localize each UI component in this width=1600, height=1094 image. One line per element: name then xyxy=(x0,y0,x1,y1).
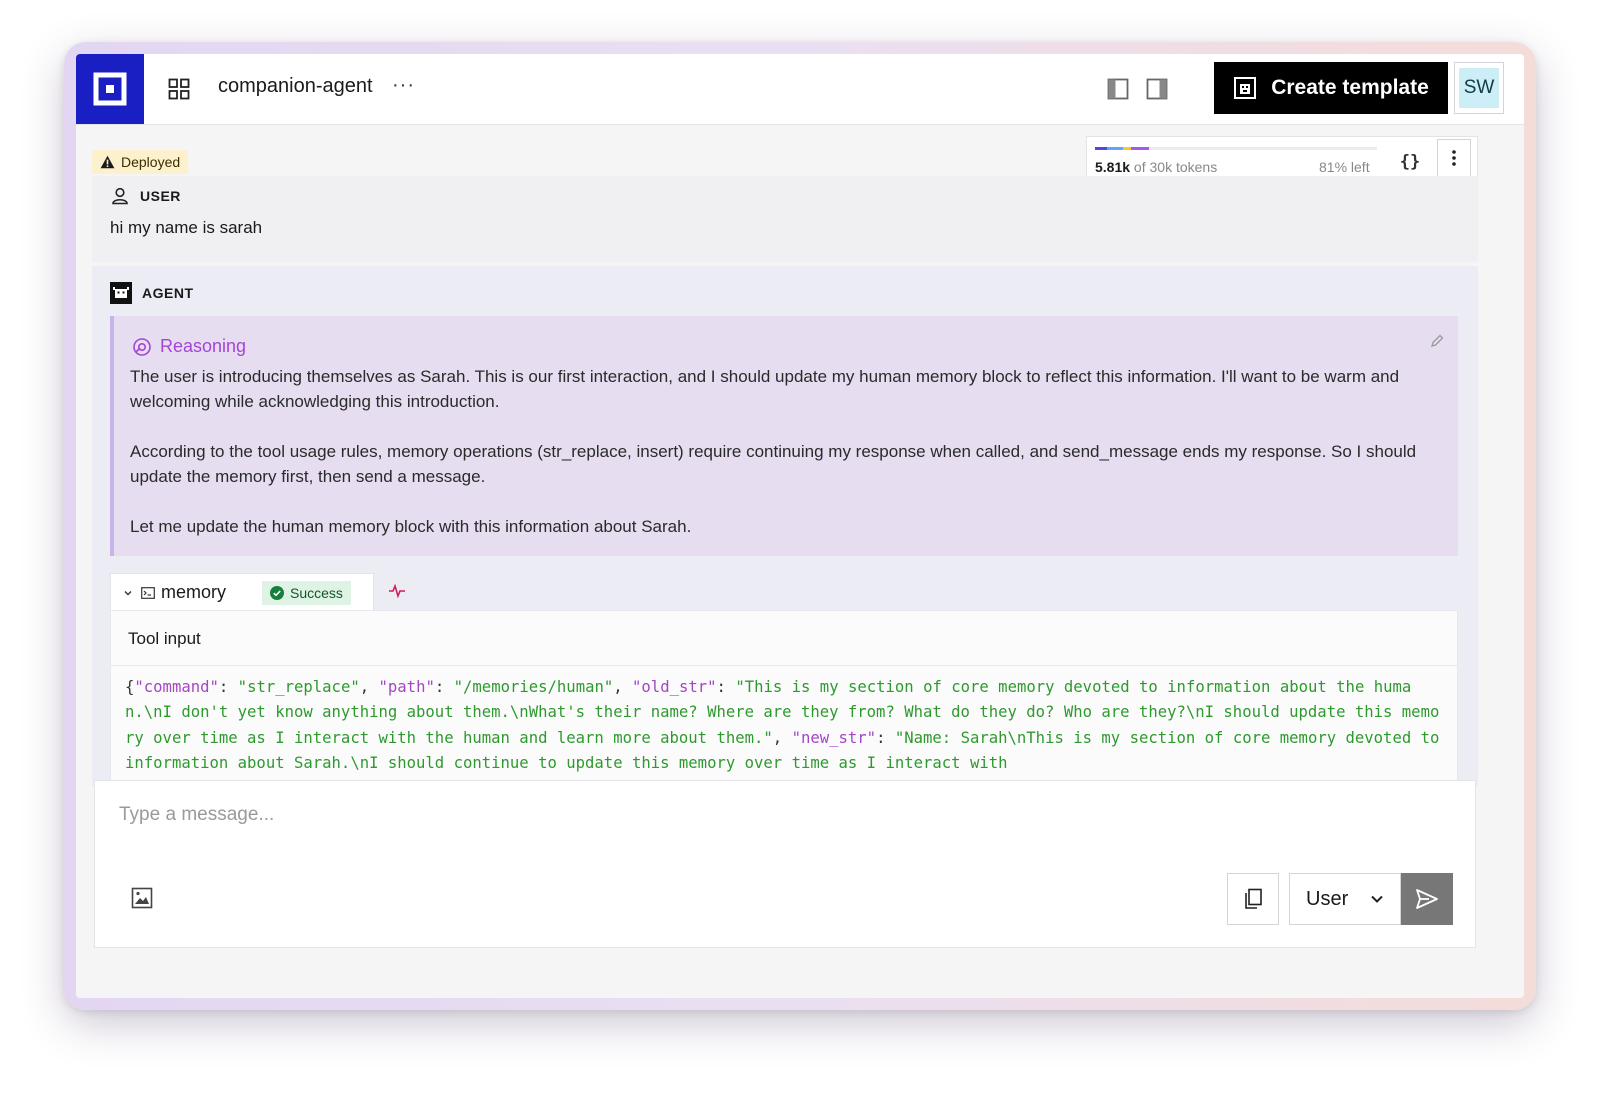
chevron-down-icon[interactable] xyxy=(123,588,133,598)
chevron-down-icon xyxy=(1371,895,1383,903)
deployed-badge: Deployed xyxy=(92,150,189,174)
create-template-button[interactable]: Create template xyxy=(1214,62,1448,114)
kebab-menu-icon xyxy=(1452,150,1456,166)
agent-role: AGENT xyxy=(142,285,194,301)
tool-input-panel: Tool input {"command": "str_replace", "p… xyxy=(110,610,1458,786)
copy-icon xyxy=(1245,888,1262,909)
token-usage-bar xyxy=(1095,147,1377,150)
check-circle-icon xyxy=(270,585,285,600)
user-message: USER hi my name is sarah xyxy=(92,176,1478,262)
reasoning-paragraph: Let me update the human memory block wit… xyxy=(130,517,692,536)
send-icon xyxy=(1416,889,1438,909)
token-usage-segment xyxy=(1131,147,1149,150)
reasoning-body: The user is introducing themselves as Sa… xyxy=(130,364,1420,564)
tool-status-badge: Success xyxy=(262,580,351,605)
role-select-value: User xyxy=(1306,887,1349,910)
avatar-initials: SW xyxy=(1459,68,1499,108)
trace-pulse-icon[interactable] xyxy=(388,583,406,599)
tool-name: memory xyxy=(161,582,227,602)
create-template-label: Create template xyxy=(1271,76,1429,99)
token-count: 5.81k of 30k tokens xyxy=(1095,159,1217,175)
role-select[interactable]: User xyxy=(1289,873,1401,925)
message-input[interactable] xyxy=(117,803,1121,827)
reasoning-paragraph: The user is introducing themselves as Sa… xyxy=(130,367,1400,411)
warning-icon xyxy=(100,155,115,169)
copy-button[interactable] xyxy=(1227,873,1279,925)
letta-logo-icon xyxy=(93,72,127,106)
user-role-label: USER xyxy=(110,186,181,206)
send-button[interactable] xyxy=(1401,873,1453,925)
tool-status-label: Success xyxy=(290,584,343,601)
tool-input-code: {"command": "str_replace", "path": "/mem… xyxy=(125,678,1449,772)
user-message-text: hi my name is sarah xyxy=(110,218,263,237)
more-options-icon[interactable]: ··· xyxy=(392,74,415,97)
user-role: USER xyxy=(140,188,181,204)
edit-pencil-icon[interactable] xyxy=(1430,334,1444,348)
brand-logo[interactable] xyxy=(76,54,144,124)
token-usage-segment xyxy=(1123,147,1131,150)
token-total: of 30k tokens xyxy=(1130,159,1218,175)
token-usage-segment xyxy=(1095,147,1107,150)
context-menu-button[interactable] xyxy=(1437,139,1471,177)
agent-name[interactable]: companion-agent xyxy=(218,75,373,98)
reasoning-icon xyxy=(133,337,151,356)
agent-message: AGENT Reasoning The user is introducing … xyxy=(92,266,1478,786)
user-icon xyxy=(112,187,128,205)
token-used: 5.81k xyxy=(1095,159,1131,175)
reasoning-block: Reasoning The user is introducing themse… xyxy=(110,316,1458,556)
tool-call-tab[interactable]: memory Success xyxy=(110,573,374,611)
tool-arg-value: "/memories/human" xyxy=(453,678,614,696)
attach-image-icon[interactable] xyxy=(131,887,153,909)
tool-input-header: Tool input xyxy=(111,611,1457,666)
agent-role-label: AGENT xyxy=(110,282,194,304)
terminal-icon xyxy=(141,586,155,599)
top-bar: companion-agent ··· Create template SW xyxy=(76,54,1524,125)
reasoning-header: Reasoning xyxy=(132,336,246,357)
agent-icon xyxy=(110,282,132,304)
template-icon xyxy=(1234,77,1257,99)
toggle-right-panel-icon[interactable] xyxy=(1146,78,1168,100)
toggle-left-panel-icon[interactable] xyxy=(1107,78,1129,100)
tool-arg-value: "str_replace" xyxy=(237,678,360,696)
user-avatar[interactable]: SW xyxy=(1454,62,1504,114)
reasoning-title: Reasoning xyxy=(160,336,247,356)
message-composer: User xyxy=(94,780,1476,948)
tool-input-label: Tool input xyxy=(128,629,201,648)
app-window: companion-agent ··· Create template SW 5… xyxy=(76,54,1524,998)
token-remaining: 81% left xyxy=(1319,159,1370,175)
token-usage-segment xyxy=(1107,147,1123,150)
deployed-label: Deployed xyxy=(121,154,181,170)
apps-grid-icon[interactable] xyxy=(168,78,190,100)
reasoning-paragraph: According to the tool usage rules, memor… xyxy=(130,442,1417,486)
